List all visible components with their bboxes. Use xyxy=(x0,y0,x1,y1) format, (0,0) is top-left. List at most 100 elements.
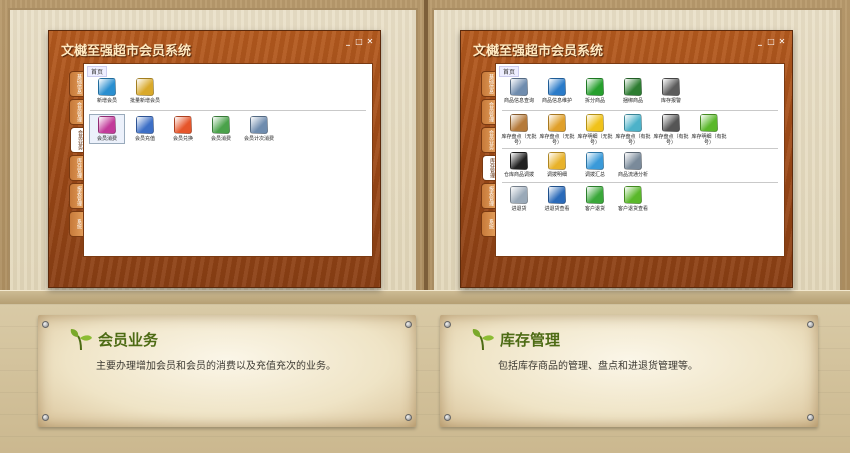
launcher-item[interactable]: 库存明细（无批号） xyxy=(576,114,614,146)
launcher-item[interactable]: 调拨明细 xyxy=(538,152,576,178)
launcher-label: 库存报警 xyxy=(660,98,681,104)
document-icon xyxy=(510,186,528,204)
divider xyxy=(502,148,778,149)
launcher-item[interactable]: 捆绑商品 xyxy=(614,78,652,104)
breadcrumb[interactable]: 首页 xyxy=(499,66,520,77)
monitor-icon xyxy=(624,114,642,132)
launcher-item[interactable]: 库存盘点（无批号） xyxy=(538,114,576,146)
launcher-label: 库存盘点（有批号） xyxy=(615,134,651,146)
launcher-item[interactable]: 商品信息维护 xyxy=(538,78,576,104)
side-tab[interactable]: 会员管理 xyxy=(481,99,495,125)
pin-icon xyxy=(807,321,814,328)
launcher-item[interactable]: 拆分商品 xyxy=(576,78,614,104)
icon-row: 商品信息查询 商品信息维护 拆分商品 捆绑商品 库存报警 xyxy=(500,78,690,104)
launcher-item[interactable]: 库存报警 xyxy=(652,78,690,104)
launcher-item[interactable]: 会员消费 xyxy=(88,116,126,142)
member-person-icon xyxy=(212,116,230,134)
launcher-item[interactable]: 会员计次消费 xyxy=(240,116,278,142)
side-tab[interactable]: 系统 xyxy=(69,211,83,237)
pin-icon xyxy=(807,414,814,421)
icon-row: 进退货 进退货查看 客户退货 客户退货查看 xyxy=(500,186,652,212)
launcher-label: 捆绑商品 xyxy=(622,98,643,104)
tag-icon xyxy=(700,114,718,132)
content-area: 首页 新增会员 批量新增会员 会员消费 会员充值 会员兑换 会员消费 会员计次消费 xyxy=(83,63,373,257)
launcher-item[interactable]: 进退货 xyxy=(500,186,538,212)
launcher-label: 调拨明细 xyxy=(546,172,567,178)
shelf-edge xyxy=(0,290,850,304)
side-tab[interactable]: 报表管理 xyxy=(69,183,83,209)
pin-icon xyxy=(444,414,451,421)
maximize-button[interactable]: □ xyxy=(767,38,775,46)
side-tab[interactable]: 系统 xyxy=(481,211,495,237)
divider xyxy=(90,110,366,111)
launcher-item[interactable]: 调拨汇总 xyxy=(576,152,614,178)
launcher-label: 批量新增会员 xyxy=(129,98,160,104)
launcher-item[interactable]: 仓库商品调拨 xyxy=(500,152,538,178)
pin-icon xyxy=(42,321,49,328)
redeem-icon xyxy=(174,116,192,134)
side-tab[interactable]: 会员业务 xyxy=(481,127,495,153)
launcher-item[interactable]: 客户退货 xyxy=(576,186,614,212)
launcher-item[interactable]: 库存盘点（有批号） xyxy=(652,114,690,146)
side-tab[interactable]: 会员管理 xyxy=(69,99,83,125)
launcher-label: 会员消费 xyxy=(96,136,117,142)
launcher-item[interactable]: 库存盘点（有批号） xyxy=(614,114,652,146)
window-controls: _ □ ✕ xyxy=(756,38,786,46)
launcher-label: 库存盘点（无批号） xyxy=(539,134,575,146)
launcher-label: 仓库商品调拨 xyxy=(503,172,534,178)
board-description: 包括库存商品的管理、盘点和进退货管理等。 xyxy=(498,361,698,372)
launcher-label: 会员充值 xyxy=(134,136,155,142)
consume-icon xyxy=(98,116,116,134)
close-button[interactable]: ✕ xyxy=(778,38,786,46)
side-tab[interactable]: 库存管理 xyxy=(69,155,83,181)
close-button[interactable]: ✕ xyxy=(366,38,374,46)
window-title: 文樾至强超市会员系统 xyxy=(61,44,192,59)
launcher-label: 库存明细（无批号） xyxy=(577,134,613,146)
side-tab[interactable]: 会员业务 xyxy=(70,127,84,153)
board-title: 库存管理 xyxy=(500,331,561,349)
pin-icon xyxy=(444,321,451,328)
breadcrumb[interactable]: 首页 xyxy=(87,66,108,77)
launcher-item[interactable]: 库存明细（有批号） xyxy=(690,114,728,146)
search-icon xyxy=(510,78,528,96)
launcher-label: 库存明细（有批号） xyxy=(691,134,727,146)
launcher-label: 拆分商品 xyxy=(584,98,605,104)
launcher-item[interactable]: 新增会员 xyxy=(88,78,126,104)
launcher-item[interactable]: 库存盘点（无批号） xyxy=(500,114,538,146)
minimize-button[interactable]: _ xyxy=(756,38,764,46)
recharge-icon xyxy=(136,116,154,134)
stack-icon xyxy=(548,186,566,204)
board-title: 会员业务 xyxy=(98,331,159,349)
pencil-icon xyxy=(586,114,604,132)
launcher-label: 进退货查看 xyxy=(544,206,570,212)
inventory-info-board: 库存管理 包括库存商品的管理、盘点和进退货管理等。 xyxy=(440,315,818,427)
launcher-item[interactable]: 商品流通分析 xyxy=(614,152,652,178)
icon-row: 库存盘点（无批号） 库存盘点（无批号） 库存明细（无批号） 库存盘点（有批号） 库存盘点… xyxy=(500,114,728,146)
book-icon xyxy=(662,114,680,132)
launcher-item[interactable]: 会员消费 xyxy=(202,116,240,142)
side-tab[interactable]: 库存管理 xyxy=(482,155,496,181)
inventory-window: 文樾至强超市会员系统 _ □ ✕ 基础信息 会员管理 会员业务 库存管理 报表管理 系统 … xyxy=(460,30,793,288)
member-info-board: 会员业务 主要办理增加会员和会员的消费以及充值充次的业务。 xyxy=(38,315,416,427)
window-controls: _ □ ✕ xyxy=(344,38,374,46)
side-tab[interactable]: 基础信息 xyxy=(481,71,495,97)
count-consume-icon xyxy=(250,116,268,134)
launcher-item[interactable]: 进退货查看 xyxy=(538,186,576,212)
divider xyxy=(502,182,778,183)
launcher-item[interactable]: 客户退货查看 xyxy=(614,186,652,212)
window-title: 文樾至强超市会员系统 xyxy=(473,44,604,59)
launcher-label: 会员计次消费 xyxy=(243,136,274,142)
minimize-button[interactable]: _ xyxy=(344,38,352,46)
launcher-item[interactable]: 会员充值 xyxy=(126,116,164,142)
launcher-item[interactable]: 批量新增会员 xyxy=(126,78,164,104)
side-tab[interactable]: 基础信息 xyxy=(69,71,83,97)
launcher-item[interactable]: 商品信息查询 xyxy=(500,78,538,104)
divider xyxy=(502,110,778,111)
maximize-button[interactable]: □ xyxy=(355,38,363,46)
launcher-label: 商品流通分析 xyxy=(617,172,648,178)
side-tab[interactable]: 报表管理 xyxy=(481,183,495,209)
launcher-label: 库存盘点（有批号） xyxy=(653,134,689,146)
launcher-label: 商品信息查询 xyxy=(503,98,534,104)
launcher-label: 调拨汇总 xyxy=(584,172,605,178)
launcher-item[interactable]: 会员兑换 xyxy=(164,116,202,142)
